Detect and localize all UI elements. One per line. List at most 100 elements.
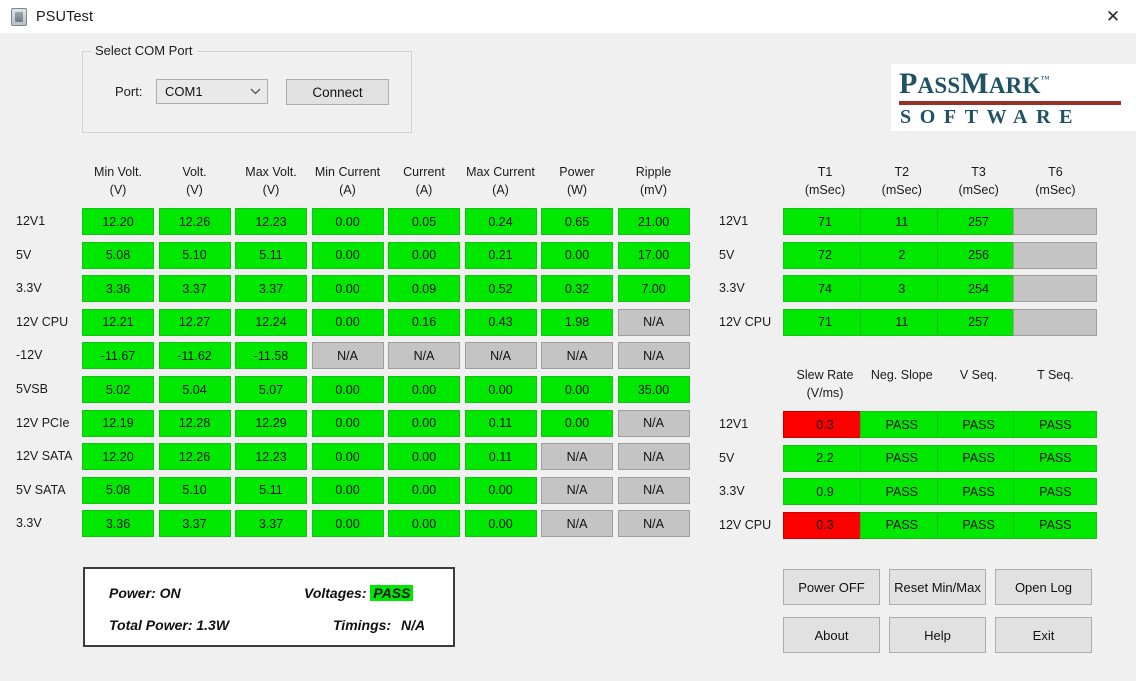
app-icon [11, 7, 27, 26]
timing-cell [1013, 275, 1098, 303]
timing-cell: 71 [783, 208, 867, 235]
column-header-title: Current [403, 165, 445, 179]
connect-button[interactable]: Connect [286, 79, 389, 105]
slew-cell: 2.2 [783, 444, 867, 472]
column-header-title: Volt. [182, 165, 207, 179]
voltage-cell: 0.00 [541, 241, 613, 269]
voltage-cell: 5.08 [82, 241, 154, 269]
timing-cell [1013, 208, 1098, 235]
voltage-row-label: 12V SATA [16, 449, 73, 464]
voltage-cell: 5.04 [158, 376, 231, 403]
window-title: PSUTest [36, 8, 94, 25]
voltage-cell: N/A [617, 510, 690, 538]
help-button[interactable]: Help [889, 617, 986, 653]
slew-column-header: Neg. Slope [860, 366, 944, 384]
voltage-cell: 0.00 [311, 476, 384, 504]
column-header-title: Min Volt. [94, 165, 142, 179]
slew-row-label: 12V CPU [719, 517, 772, 532]
voltage-cell: 21.00 [617, 208, 690, 235]
voltage-cell: N/A [541, 342, 613, 370]
voltages-badge: PASS [370, 585, 414, 601]
voltage-cell: 3.36 [82, 275, 154, 303]
timing-cell: 74 [783, 275, 867, 303]
timing-cell: 257 [936, 208, 1021, 235]
slew-cell: PASS [1013, 511, 1098, 539]
voltage-cell: -11.58 [235, 342, 307, 370]
voltage-cell: 3.37 [158, 510, 231, 538]
voltage-cell: 0.21 [464, 241, 537, 269]
timing-cell: 256 [936, 241, 1021, 269]
voltage-cell: 0.00 [388, 443, 460, 471]
voltage-cell: N/A [541, 510, 613, 538]
voltage-cell: 12.23 [235, 208, 307, 235]
timings-status: Timings: N/A [333, 617, 425, 633]
reset-minmax-button[interactable]: Reset Min/Max [889, 569, 986, 605]
column-header-title: T1 [817, 165, 833, 179]
column-header-unit: (A) [339, 183, 356, 197]
column-header-unit: (mSec) [804, 183, 846, 197]
timing-row-label: 5V [719, 247, 735, 262]
voltage-cell: 0.43 [464, 308, 537, 336]
timing-cell: 11 [859, 208, 944, 235]
timings-value: N/A [400, 617, 426, 633]
voltage-cell: 35.00 [617, 376, 690, 403]
column-header-unit: (A) [415, 183, 433, 197]
timing-cell [1013, 241, 1098, 269]
exit-button[interactable]: Exit [995, 617, 1092, 653]
voltage-cell: 17.00 [617, 241, 690, 269]
column-header-unit: (V) [262, 183, 280, 197]
column-header-title: Max Volt. [245, 165, 297, 179]
timings-label: Timings: [333, 617, 392, 633]
group-title: Select COM Port [91, 43, 197, 58]
voltage-cell: N/A [464, 342, 537, 370]
voltage-cell: 0.00 [311, 241, 384, 269]
slew-column-header: T Seq. [1013, 366, 1097, 384]
voltage-cell: 5.10 [158, 476, 231, 504]
timing-column-header: T1 (mSec) [783, 163, 867, 199]
power-off-button[interactable]: Power OFF [783, 569, 880, 605]
about-button[interactable]: About [783, 617, 880, 653]
voltage-row-label: 12V CPU [16, 314, 69, 329]
voltage-cell: 0.00 [311, 275, 384, 303]
voltage-row-label: 3.3V [16, 516, 42, 531]
voltage-cell: 0.00 [311, 376, 384, 403]
column-header-unit: (mSec) [881, 183, 922, 197]
slew-cell: PASS [936, 511, 1021, 539]
open-log-button[interactable]: Open Log [995, 569, 1092, 605]
voltage-cell: N/A [617, 308, 690, 336]
slew-row-label: 3.3V [719, 484, 745, 499]
voltage-cell: N/A [617, 443, 690, 471]
voltage-cell: 12.24 [235, 308, 307, 336]
select-com-port-group: Select COM Port Port: COM1 Connect [82, 43, 412, 133]
voltage-row-label: -12V [16, 348, 43, 363]
voltage-cell: 0.00 [464, 476, 537, 504]
slew-cell: PASS [936, 478, 1021, 506]
timing-column-header: T3 (mSec) [937, 163, 1021, 199]
voltage-column-header: Volt. (V) [159, 163, 231, 199]
passmark-logo: PASSMARK™ SOFTWARE [891, 64, 1136, 131]
voltage-cell: 0.00 [311, 308, 384, 336]
voltage-cell: 7.00 [617, 275, 690, 303]
close-icon[interactable]: ✕ [1090, 0, 1136, 33]
voltage-cell: N/A [617, 476, 690, 504]
column-header-title: Neg. Slope [870, 368, 933, 382]
slew-cell: 0.3 [783, 511, 867, 539]
voltage-cell: 0.32 [541, 275, 613, 303]
timing-cell: 71 [783, 308, 867, 336]
timing-row-label: 3.3V [719, 281, 745, 296]
column-header-unit: (mSec) [1035, 183, 1076, 197]
voltage-cell: 0.00 [311, 208, 384, 235]
voltage-cell: 0.00 [388, 409, 460, 437]
voltage-cell: 0.00 [311, 443, 384, 471]
voltage-cell: 12.20 [82, 443, 154, 471]
slew-cell: PASS [1013, 444, 1098, 472]
voltage-column-header: Max Current (A) [465, 163, 537, 199]
port-select[interactable]: COM1 [156, 79, 268, 104]
voltage-cell: 0.11 [464, 409, 537, 437]
voltage-cell: 0.52 [464, 275, 537, 303]
voltage-cell: 5.11 [235, 476, 307, 504]
timing-row-label: 12V CPU [719, 314, 772, 329]
voltage-cell: 12.20 [82, 208, 154, 235]
timing-row-label: 12V1 [719, 214, 749, 228]
slew-cell: 0.3 [783, 411, 867, 438]
